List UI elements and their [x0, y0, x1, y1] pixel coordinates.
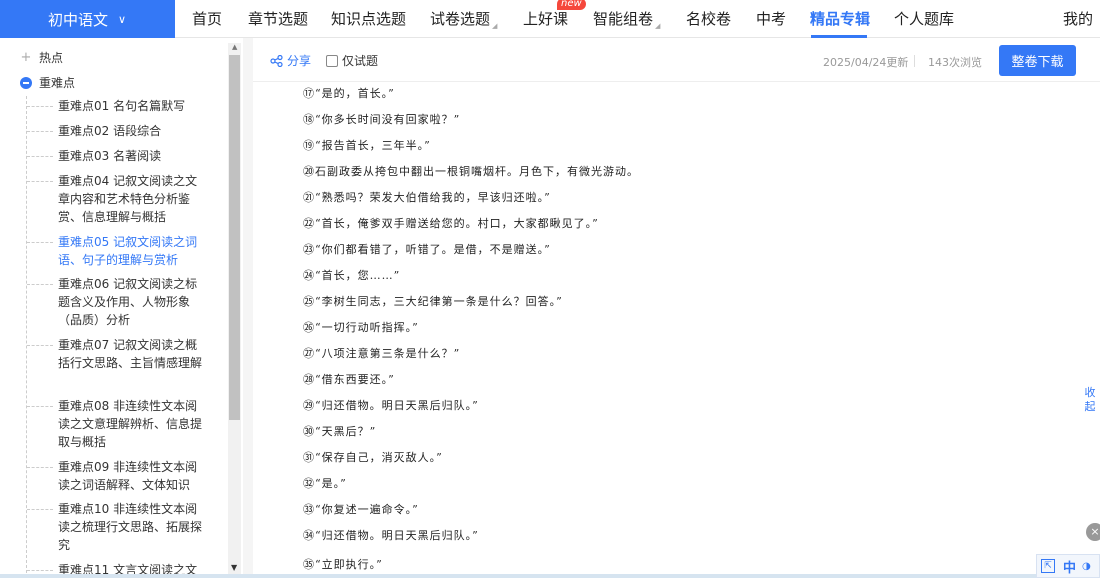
meta-divider [914, 55, 915, 67]
ime-toolbar[interactable]: ⇱ 中 ◑ [1036, 554, 1100, 578]
sidebar-item-key01[interactable]: 重难点01 名句名篇默写 [27, 97, 208, 115]
sidebar-item-key03[interactable]: 重难点03 名著阅读 [27, 147, 208, 165]
text-line: ㉕“李树生同志，三大纪律第一条是什么？回答。” [303, 295, 563, 308]
nav-paper-select[interactable]: 试卷选题 ◢ [430, 0, 497, 38]
new-badge: new [557, 0, 586, 10]
trial-only-toggle[interactable]: 仅试题 [326, 52, 378, 69]
text-line: ㉜“是。” [303, 477, 347, 490]
ime-expand-icon[interactable]: ⇱ [1041, 559, 1055, 573]
sidebar-item-key10[interactable]: 重难点10 非连续性文本阅读之梳理行文思路、拓展探究 [27, 500, 208, 554]
share-label: 分享 [287, 54, 312, 68]
nav-personal-bank[interactable]: 个人题库 [894, 0, 954, 38]
text-line: ㉟“立即执行。” [303, 558, 383, 571]
text-line: ㉙“归还借物。明日天黑后归队。” [303, 399, 479, 412]
document-content: ⑰“是的，首长。” ⑱“你多长时间没有回家啦？” ⑲“报告首长，三年半。” ⑳石… [253, 82, 1100, 578]
updated-date: 2025/04/24更新 [823, 56, 909, 69]
text-line: ⑰“是的，首长。” [303, 87, 395, 100]
collapse-panel-button[interactable]: 收起 [1083, 386, 1097, 414]
nav-paper-select-label: 试卷选题 [430, 10, 491, 28]
share-button[interactable]: 分享 [270, 52, 311, 69]
tree-node-key[interactable]: 重难点 [20, 74, 75, 91]
nav-zhongkao[interactable]: 中考 [756, 0, 786, 38]
scrollbar-thumb[interactable] [229, 55, 240, 420]
nav-chapter-select[interactable]: 章节选题 [248, 0, 308, 38]
text-line: ㉑“熟悉吗？荣发大伯借给我的，早该归还啦。” [303, 191, 551, 204]
sidebar-item-key06[interactable]: 重难点06 记叙文阅读之标题含义及作用、人物形象（品质）分析 [27, 275, 208, 329]
text-line: ㉛“保存自己，消灭敌人。” [303, 451, 443, 464]
sidebar-item-key02[interactable]: 重难点02 语段综合 [27, 122, 208, 140]
ime-punctuation-icon[interactable]: ◑ [1082, 561, 1091, 572]
ime-language-indicator[interactable]: 中 [1063, 557, 1076, 576]
minus-icon [20, 76, 32, 89]
top-nav: 初中语文 ∨ 首页 章节选题 知识点选题 试卷选题 ◢ 上好课 new 智能组卷 ◢… [0, 0, 1100, 38]
tree-connector [26, 96, 27, 578]
doc-toolbar: 分享 仅试题 2025/04/24更新 143次浏览 整卷下载 [253, 38, 1100, 82]
text-line: ⑱“你多长时间没有回家啦？” [303, 113, 461, 126]
corner-triangle-icon: ◢ [492, 22, 498, 30]
plus-icon: + [20, 49, 32, 65]
sidebar-item-key08[interactable]: 重难点08 非连续性文本阅读之文意理解辨析、信息提取与概括 [27, 397, 208, 451]
text-line: ㉚“天黑后？” [303, 425, 377, 438]
sidebar-item-key07[interactable]: 重难点07 记叙文阅读之概括行文思路、主旨情感理解 [27, 336, 208, 372]
nav-smart-paper[interactable]: 智能组卷 ◢ [593, 0, 660, 38]
text-line: ㉓“你们都看错了，听错了。是借，不是赠送。” [303, 243, 551, 256]
tree-node-hot[interactable]: + 热点 [20, 49, 63, 66]
text-line: ㉝“你复述一遍命令。” [303, 503, 419, 516]
panel-divider [243, 38, 253, 578]
nav-mine[interactable]: 我的 [1063, 0, 1093, 38]
share-icon [270, 54, 283, 67]
view-count: 143次浏览 [928, 56, 982, 69]
nav-smart-paper-label: 智能组卷 [593, 10, 654, 28]
chevron-down-icon: ∨ [118, 12, 127, 26]
nav-famous-school[interactable]: 名校卷 [686, 0, 731, 38]
nav-home[interactable]: 首页 [192, 0, 222, 38]
trial-only-checkbox[interactable] [326, 54, 338, 67]
nav-premium-album[interactable]: 精品专辑 [810, 0, 870, 38]
download-all-button[interactable]: 整卷下载 [999, 45, 1076, 76]
subject-label: 初中语文 [48, 10, 109, 29]
sidebar-tree: + 热点 重难点 重难点01 名句名篇默写 重难点02 语段综合 重难点03 名… [0, 38, 243, 578]
text-line: ㉘“借东西要还。” [303, 373, 395, 386]
sidebar-item-key05[interactable]: 重难点05 记叙文阅读之词语、句子的理解与赏析 [27, 233, 208, 269]
text-line: ㉗“八项注意第三条是什么？” [303, 347, 461, 360]
sidebar-item-key04[interactable]: 重难点04 记叙文阅读之文章内容和艺术特色分析鉴赏、信息理解与概括 [27, 172, 208, 226]
sidebar-item-key09[interactable]: 重难点09 非连续性文本阅读之词语解释、文体知识 [27, 458, 208, 494]
scroll-down-icon[interactable]: ▼ [231, 563, 237, 572]
text-line: ㉒“首长，俺爹双手赠送给您的。村口，大家都瞅见了。” [303, 217, 599, 230]
subject-selector[interactable]: 初中语文 ∨ [0, 0, 175, 38]
text-line: ㉞“归还借物。明日天黑后归队。” [303, 529, 479, 542]
text-line: ⑲“报告首长，三年半。” [303, 139, 431, 152]
close-icon[interactable]: × [1086, 523, 1100, 541]
text-line: ㉔“首长，您……” [303, 269, 401, 282]
tree-node-label: 重难点 [39, 76, 76, 90]
nav-knowledge-select[interactable]: 知识点选题 [331, 0, 406, 38]
tree-node-label: 热点 [39, 51, 64, 65]
text-line: ㉖“一切行动听指挥。” [303, 321, 419, 334]
text-line: ⑳石副政委从挎包中翻出一根铜嘴烟杆。月色下，有微光游动。 [303, 165, 639, 178]
bottom-edge-bar [0, 574, 1036, 578]
corner-triangle-icon: ◢ [655, 22, 661, 30]
scroll-up-icon[interactable]: ▲ [232, 43, 237, 51]
sidebar-scrollbar[interactable]: ▲ ▼ [228, 43, 241, 578]
trial-only-label: 仅试题 [342, 54, 379, 68]
